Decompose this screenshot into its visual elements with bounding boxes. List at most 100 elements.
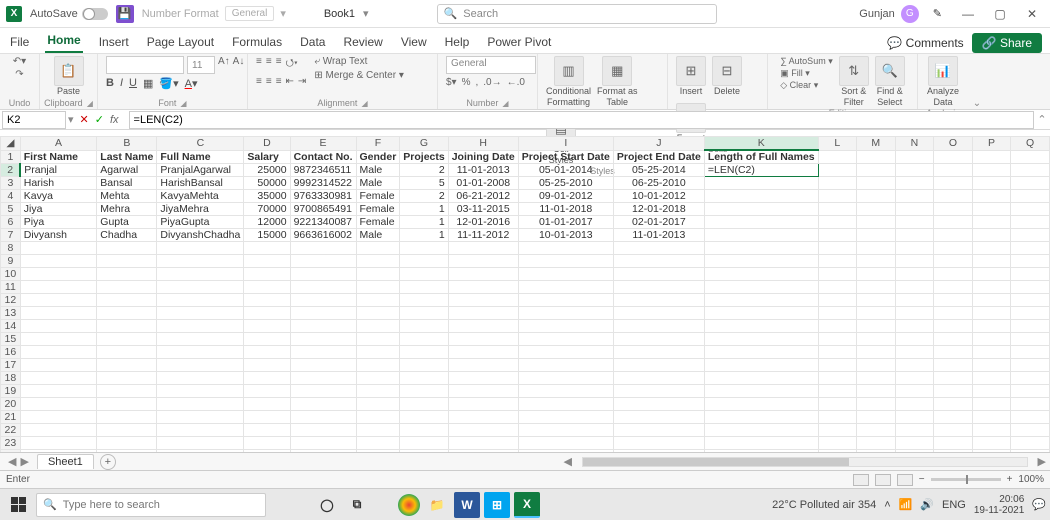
- cell-K13[interactable]: [704, 307, 818, 320]
- cell-P3[interactable]: [972, 177, 1010, 190]
- cell-Q13[interactable]: [1011, 307, 1050, 320]
- worksheet-grid[interactable]: ◢ABCDEFGHIJKLMNOPQ1First NameLast NameFu…: [0, 136, 1050, 452]
- cell-C13[interactable]: [157, 307, 244, 320]
- cell-J16[interactable]: [613, 346, 704, 359]
- cell-J7[interactable]: 11-01-2013: [613, 229, 704, 242]
- maximize-button[interactable]: ▢: [988, 7, 1012, 21]
- cell-H17[interactable]: [448, 359, 518, 372]
- cell-F6[interactable]: Female: [356, 216, 400, 229]
- cell-F13[interactable]: [356, 307, 400, 320]
- cell-H7[interactable]: 11-11-2012: [448, 229, 518, 242]
- cell-M3[interactable]: [856, 177, 895, 190]
- cell-C3[interactable]: HarishBansal: [157, 177, 244, 190]
- cell-I22[interactable]: [518, 424, 613, 437]
- cell-H14[interactable]: [448, 320, 518, 333]
- cell-C18[interactable]: [157, 372, 244, 385]
- cell-N20[interactable]: [895, 398, 934, 411]
- cell-P4[interactable]: [972, 190, 1010, 203]
- insert-cells-icon[interactable]: ⊞: [676, 56, 706, 86]
- cell-B19[interactable]: [97, 385, 157, 398]
- cell-Q16[interactable]: [1011, 346, 1050, 359]
- cancel-formula-icon[interactable]: ✕: [80, 113, 89, 126]
- cell-H9[interactable]: [448, 255, 518, 268]
- cell-A15[interactable]: [20, 333, 97, 346]
- search-box[interactable]: 🔍 Search: [437, 4, 717, 24]
- cell-G18[interactable]: [400, 372, 448, 385]
- start-button[interactable]: [4, 493, 32, 517]
- cell-G1[interactable]: Projects: [400, 150, 448, 164]
- tab-formulas[interactable]: Formulas: [230, 31, 284, 53]
- col-header-Q[interactable]: Q: [1011, 137, 1050, 151]
- align-top-icon[interactable]: ≡: [256, 56, 262, 73]
- cell-L10[interactable]: [818, 268, 856, 281]
- cell-K19[interactable]: [704, 385, 818, 398]
- cell-J14[interactable]: [613, 320, 704, 333]
- cell-C10[interactable]: [157, 268, 244, 281]
- dec-decimal-icon[interactable]: ←.0: [507, 77, 525, 88]
- cell-E20[interactable]: [290, 398, 356, 411]
- store-icon[interactable]: ⊞: [484, 492, 510, 518]
- cell-I1[interactable]: Project Start Date: [518, 150, 613, 164]
- col-header-K[interactable]: K: [704, 137, 818, 151]
- clear-button[interactable]: ◇ Clear ▾: [780, 80, 832, 91]
- cell-B14[interactable]: [97, 320, 157, 333]
- cell-H23[interactable]: [448, 437, 518, 450]
- cell-Q9[interactable]: [1011, 255, 1050, 268]
- cell-Q21[interactable]: [1011, 411, 1050, 424]
- cell-B12[interactable]: [97, 294, 157, 307]
- cell-C1[interactable]: Full Name: [157, 150, 244, 164]
- percent-icon[interactable]: %: [462, 77, 471, 88]
- cell-L19[interactable]: [818, 385, 856, 398]
- cell-K16[interactable]: [704, 346, 818, 359]
- cell-G19[interactable]: [400, 385, 448, 398]
- cell-K1[interactable]: Length of Full Names: [704, 150, 818, 164]
- cell-A2[interactable]: Pranjal: [20, 164, 97, 177]
- cell-L17[interactable]: [818, 359, 856, 372]
- cell-L15[interactable]: [818, 333, 856, 346]
- cell-E24[interactable]: [290, 450, 356, 453]
- cell-C17[interactable]: [157, 359, 244, 372]
- cell-A3[interactable]: Harish: [20, 177, 97, 190]
- currency-icon[interactable]: $▾: [446, 77, 457, 88]
- cell-B21[interactable]: [97, 411, 157, 424]
- cell-J23[interactable]: [613, 437, 704, 450]
- row-header[interactable]: 20: [1, 398, 21, 411]
- cell-D15[interactable]: [244, 333, 290, 346]
- align-right-icon[interactable]: ≡: [276, 76, 282, 87]
- cell-G3[interactable]: 5: [400, 177, 448, 190]
- cell-H8[interactable]: [448, 242, 518, 255]
- cell-G21[interactable]: [400, 411, 448, 424]
- font-color-icon[interactable]: A▾: [185, 77, 198, 90]
- cell-P15[interactable]: [972, 333, 1010, 346]
- cell-O13[interactable]: [934, 307, 973, 320]
- cell-M8[interactable]: [856, 242, 895, 255]
- cell-C16[interactable]: [157, 346, 244, 359]
- cell-M24[interactable]: [856, 450, 895, 453]
- cell-K9[interactable]: [704, 255, 818, 268]
- cell-F3[interactable]: Male: [356, 177, 400, 190]
- cell-K8[interactable]: [704, 242, 818, 255]
- cell-F5[interactable]: Female: [356, 203, 400, 216]
- cell-J11[interactable]: [613, 281, 704, 294]
- language-indicator[interactable]: ENG: [942, 499, 966, 511]
- cell-A17[interactable]: [20, 359, 97, 372]
- cell-L16[interactable]: [818, 346, 856, 359]
- cell-F2[interactable]: Male: [356, 164, 400, 177]
- cell-M10[interactable]: [856, 268, 895, 281]
- cell-D5[interactable]: 70000: [244, 203, 290, 216]
- cell-L22[interactable]: [818, 424, 856, 437]
- cell-B15[interactable]: [97, 333, 157, 346]
- cell-P22[interactable]: [972, 424, 1010, 437]
- cell-C23[interactable]: [157, 437, 244, 450]
- cell-Q22[interactable]: [1011, 424, 1050, 437]
- cell-N3[interactable]: [895, 177, 934, 190]
- cell-C20[interactable]: [157, 398, 244, 411]
- cell-O14[interactable]: [934, 320, 973, 333]
- cell-E5[interactable]: 9700865491: [290, 203, 356, 216]
- cell-P14[interactable]: [972, 320, 1010, 333]
- cell-A16[interactable]: [20, 346, 97, 359]
- cell-J22[interactable]: [613, 424, 704, 437]
- cell-K4[interactable]: [704, 190, 818, 203]
- cell-I20[interactable]: [518, 398, 613, 411]
- cell-F7[interactable]: Male: [356, 229, 400, 242]
